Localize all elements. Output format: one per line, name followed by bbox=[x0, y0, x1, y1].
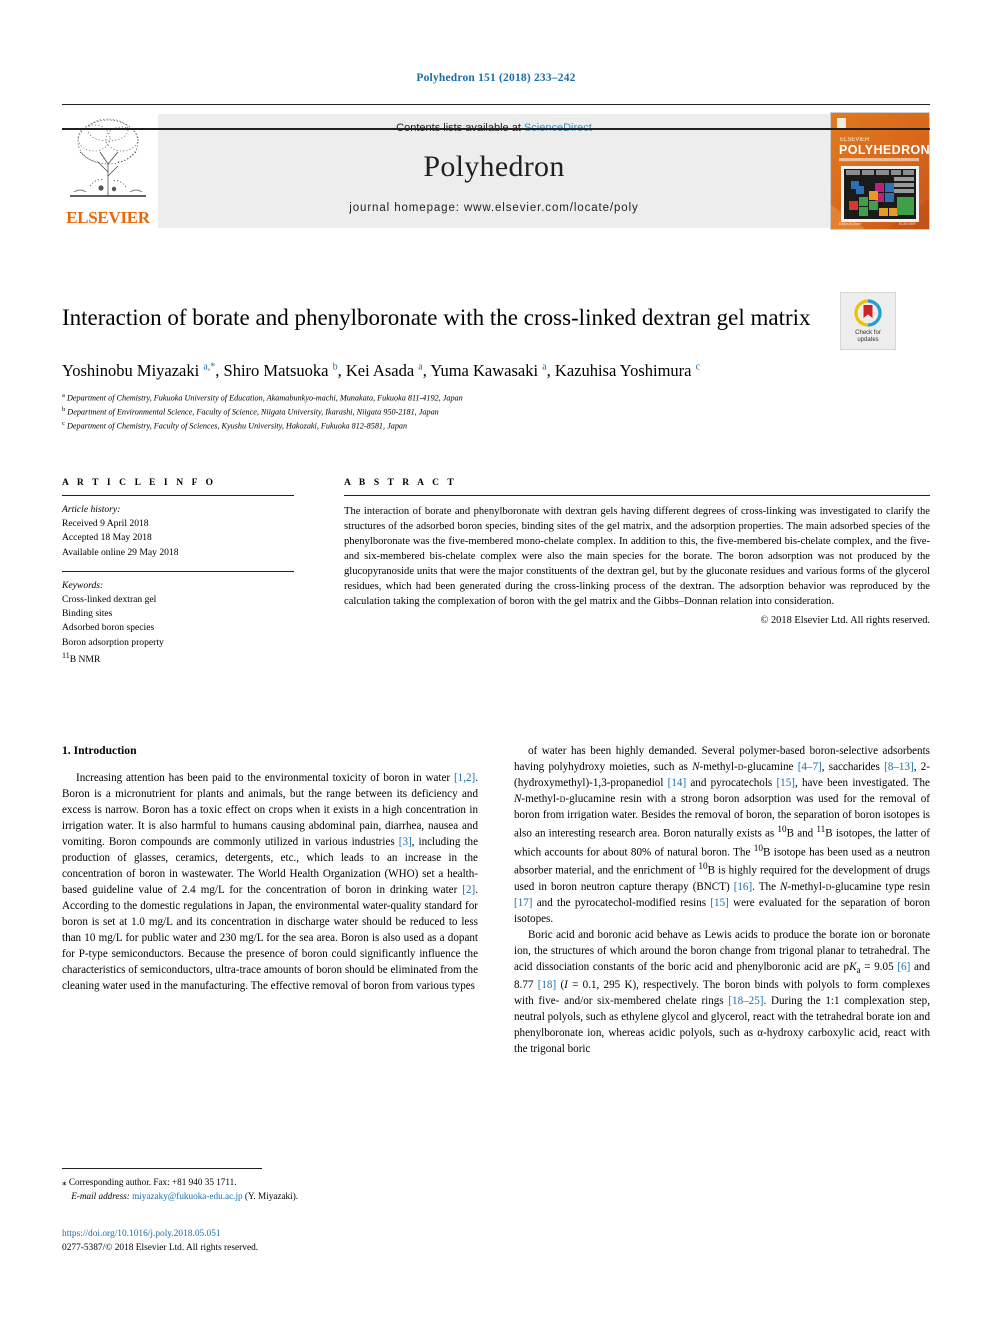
svg-text:ELSEVIER: ELSEVIER bbox=[899, 222, 916, 226]
running-head: Polyhedron 151 (2018) 233–242 bbox=[416, 72, 576, 84]
crossmark-icon bbox=[854, 298, 882, 327]
footnote-corresponding-text: Corresponding author. Fax: +81 940 35 17… bbox=[68, 1177, 237, 1187]
paper-page: Polyhedron 151 (2018) 233–242 ELSEVIER P… bbox=[0, 0, 992, 1323]
masthead-top-rule bbox=[62, 104, 930, 105]
body-column-left: 1. Introduction Increasing attention has… bbox=[62, 744, 478, 995]
affiliation-a: a Department of Chemistry, Fukuoka Unive… bbox=[62, 391, 942, 405]
article-history-received: Received 9 April 2018 bbox=[62, 518, 149, 530]
article-info-column: A R T I C L E I N F O Article history: R… bbox=[62, 478, 294, 667]
affiliation-mark-c: c bbox=[62, 420, 65, 428]
keywords-label: Keywords: bbox=[62, 579, 104, 591]
crossmark-badge[interactable]: Check for updates bbox=[840, 292, 896, 350]
affiliation-mark-b: b bbox=[62, 406, 66, 414]
abstract-column: A B S T R A C T The interaction of borat… bbox=[344, 478, 930, 626]
abstract-text: The interaction of borate and phenylboro… bbox=[344, 506, 930, 608]
elsevier-wordmark: ELSEVIER bbox=[66, 208, 150, 227]
body-columns: 1. Introduction Increasing attention has… bbox=[62, 744, 930, 1174]
author-list: Yoshinobu Miyazaki a,*, Shiro Matsuoka b… bbox=[62, 361, 701, 380]
journal-homepage-link[interactable]: journal homepage: www.elsevier.com/locat… bbox=[349, 202, 638, 214]
elsevier-tree-icon bbox=[64, 112, 152, 200]
article-history-accepted: Accepted 18 May 2018 bbox=[62, 532, 152, 544]
abstract-copyright: © 2018 Elsevier Ltd. All rights reserved… bbox=[760, 615, 931, 627]
keyword-3: Adsorbed boron species bbox=[62, 622, 155, 634]
page-footer: https://doi.org/10.1016/j.poly.2018.05.0… bbox=[62, 1228, 482, 1255]
article-history-available: Available online 29 May 2018 bbox=[62, 546, 179, 558]
section-heading-introduction: 1. Introduction bbox=[62, 744, 137, 757]
article-info-rule bbox=[62, 495, 294, 496]
intro-paragraph-left: Increasing attention has been paid to th… bbox=[62, 772, 478, 992]
article-history-block: Article history: Received 9 April 2018 A… bbox=[62, 503, 294, 560]
intro-paragraph-right-1: of water has been highly demanded. Sever… bbox=[514, 745, 930, 925]
keyword-4: Boron adsorption property bbox=[62, 636, 164, 648]
svg-text:POLYHEDRON: POLYHEDRON bbox=[839, 143, 929, 157]
affiliation-b-text: Department of Environmental Science, Fac… bbox=[67, 407, 439, 417]
affiliation-a-text: Department of Chemistry, Fukuoka Univers… bbox=[66, 393, 463, 403]
email-address-link[interactable]: miyazaky@fukuoka-edu.ac.jp bbox=[132, 1191, 243, 1201]
journal-masthead: ELSEVIER Contents lists available at Sci… bbox=[62, 104, 930, 230]
crossmark-label-line1: Check for bbox=[855, 329, 881, 336]
keyword-2: Binding sites bbox=[62, 608, 113, 620]
page-title: Interaction of borate and phenylboronate… bbox=[62, 305, 811, 331]
email-address-owner: (Y. Miyazaki). bbox=[244, 1190, 299, 1201]
article-info-heading: A R T I C L E I N F O bbox=[62, 478, 217, 488]
masthead-bottom-rule bbox=[62, 128, 930, 130]
body-column-right: of water has been highly demanded. Sever… bbox=[514, 744, 930, 1058]
keyword-5-sup: 11 bbox=[62, 650, 70, 660]
affiliation-b: b Department of Environmental Science, F… bbox=[62, 405, 942, 419]
doi-link[interactable]: https://doi.org/10.1016/j.poly.2018.05.0… bbox=[62, 1228, 482, 1242]
affiliation-mark-a: a bbox=[62, 392, 65, 399]
affiliation-c: c Department of Chemistry, Faculty of Sc… bbox=[62, 419, 942, 433]
email-address-label: E-mail address: bbox=[71, 1190, 130, 1201]
abstract-heading: A B S T R A C T bbox=[344, 478, 457, 488]
keyword-1: Cross-linked dextran gel bbox=[62, 593, 157, 605]
abstract-rule bbox=[344, 495, 930, 496]
affiliation-list: a Department of Chemistry, Fukuoka Unive… bbox=[62, 391, 942, 433]
footnote-rule bbox=[62, 1168, 262, 1169]
corresponding-author-footnote: ⁎ Corresponding author. Fax: +81 940 35 … bbox=[62, 1176, 482, 1204]
affiliation-c-text: Department of Chemistry, Faculty of Scie… bbox=[66, 421, 408, 431]
article-info-separator bbox=[62, 570, 294, 572]
journal-title: Polyhedron bbox=[423, 150, 565, 183]
keyword-5-rest: B NMR bbox=[69, 653, 101, 665]
svg-text:Editor-in-Chief: Editor-in-Chief bbox=[839, 222, 861, 226]
footnote-marker: ⁎ bbox=[62, 1177, 67, 1187]
article-history-label: Article history: bbox=[62, 504, 121, 515]
keywords-block: Keywords: Cross-linked dextran gel Bindi… bbox=[62, 579, 294, 667]
intro-paragraph-right-2: Boric acid and boronic acid behave as Le… bbox=[514, 928, 931, 1056]
masthead-center: Contents lists available at ScienceDirec… bbox=[158, 114, 830, 228]
issn-copyright-line: 0277-5387/© 2018 Elsevier Ltd. All right… bbox=[62, 1242, 259, 1253]
crossmark-label-line2: updates bbox=[857, 337, 879, 343]
keyword-5: 11B NMR bbox=[62, 650, 101, 665]
